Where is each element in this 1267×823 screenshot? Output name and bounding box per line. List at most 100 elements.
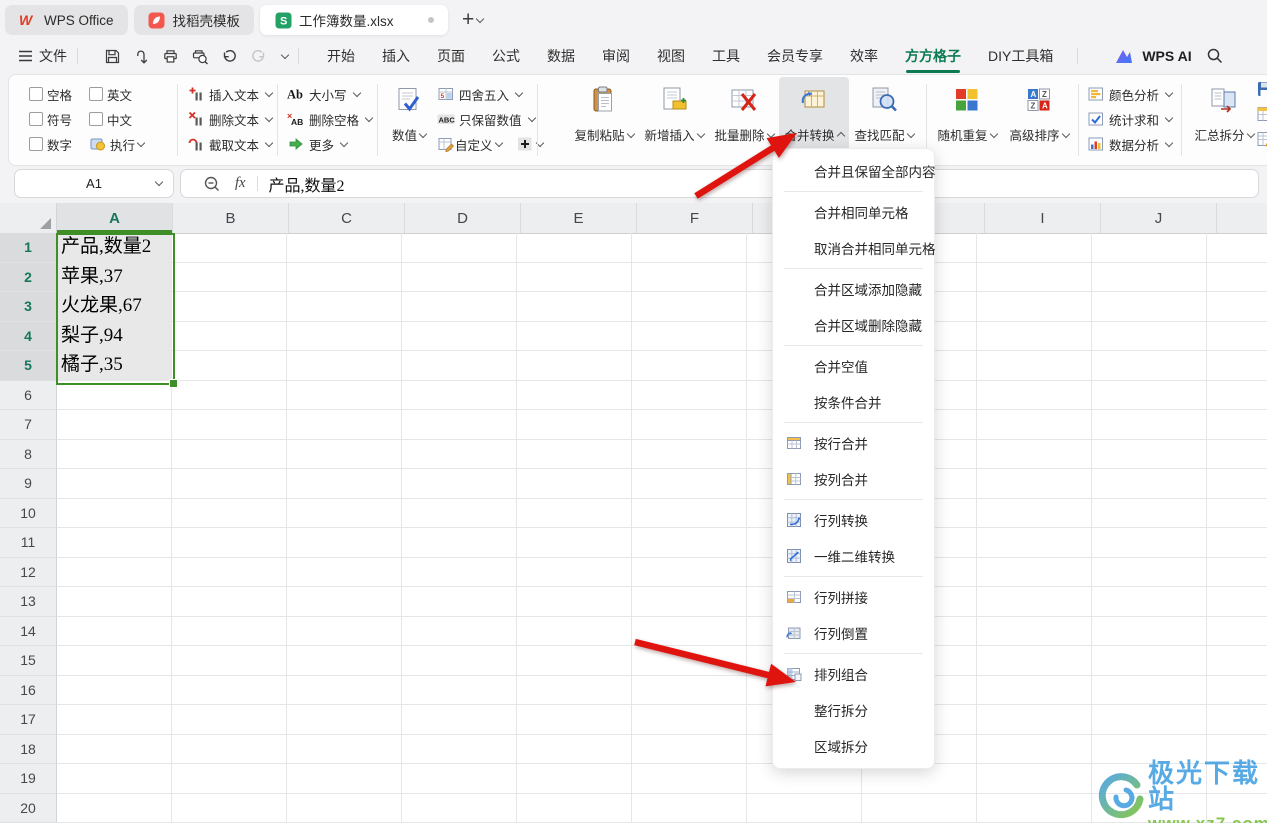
cell-I2[interactable] xyxy=(977,262,1092,292)
cell-C5[interactable] xyxy=(287,351,402,381)
row-header-14[interactable]: 14 xyxy=(0,616,57,646)
menu-tab[interactable]: 插入 xyxy=(382,46,410,66)
random-repeat-button[interactable]: 随机重复 xyxy=(932,77,1002,163)
cell-F13[interactable] xyxy=(632,587,747,617)
cell-K16[interactable] xyxy=(1207,676,1267,705)
cell-I13[interactable] xyxy=(977,587,1092,617)
cell-A20[interactable] xyxy=(57,793,172,823)
delete-space-button[interactable]: × AB 删除空格 xyxy=(287,108,374,130)
cell-D7[interactable] xyxy=(402,410,517,440)
column-header-K[interactable]: K xyxy=(1217,203,1267,234)
cell-I6[interactable] xyxy=(977,380,1092,410)
custom-button[interactable]: 自定义 xyxy=(437,135,503,154)
cell-G20[interactable] xyxy=(747,793,862,823)
copy-paste-button[interactable]: 复制粘贴 xyxy=(569,77,639,163)
cell-K10[interactable] xyxy=(1207,499,1267,528)
cell-D9[interactable] xyxy=(402,469,517,499)
cell-F8[interactable] xyxy=(632,439,747,469)
cell-C12[interactable] xyxy=(287,557,402,587)
dropdown-item[interactable]: 行列倒置 xyxy=(773,615,934,651)
redo-button[interactable] xyxy=(250,48,267,65)
cell-C6[interactable] xyxy=(287,380,402,410)
cell-A16[interactable] xyxy=(57,675,172,705)
cell-B14[interactable] xyxy=(172,616,287,646)
cell-C20[interactable] xyxy=(287,793,402,823)
cell-B11[interactable] xyxy=(172,528,287,558)
search-icon[interactable] xyxy=(1206,47,1224,65)
cell-D5[interactable] xyxy=(402,351,517,381)
cell-I17[interactable] xyxy=(977,705,1092,735)
cell-B8[interactable] xyxy=(172,439,287,469)
row-header-2[interactable]: 2 xyxy=(0,262,57,292)
dropdown-item[interactable]: 合并区域添加隐藏 xyxy=(773,271,934,307)
cell-F11[interactable] xyxy=(632,528,747,558)
row-header-11[interactable]: 11 xyxy=(0,528,57,558)
menu-tab[interactable]: 审阅 xyxy=(602,46,630,66)
cell-C3[interactable] xyxy=(287,292,402,322)
cell-E8[interactable] xyxy=(517,439,632,469)
cell-B12[interactable] xyxy=(172,557,287,587)
cell-K15[interactable] xyxy=(1207,646,1267,676)
cell-D15[interactable] xyxy=(402,646,517,676)
cell-A17[interactable] xyxy=(57,705,172,735)
cell-I12[interactable] xyxy=(977,557,1092,587)
cell-J17[interactable] xyxy=(1092,705,1207,735)
cell-F6[interactable] xyxy=(632,380,747,410)
cell-A3[interactable]: 火龙果,67 xyxy=(57,292,172,322)
cell-B5[interactable] xyxy=(172,351,287,381)
cell-C2[interactable] xyxy=(287,262,402,292)
menu-tab[interactable]: 方方格子 xyxy=(905,46,961,73)
cell-J15[interactable] xyxy=(1092,646,1207,676)
cell-I1[interactable] xyxy=(977,233,1092,263)
cell-C8[interactable] xyxy=(287,439,402,469)
row-header-13[interactable]: 13 xyxy=(0,587,57,617)
cell-E4[interactable] xyxy=(517,321,632,351)
cell-F12[interactable] xyxy=(632,557,747,587)
dropdown-item[interactable]: 合并相同单元格 xyxy=(773,194,934,230)
export-pdf-button[interactable] xyxy=(133,48,150,65)
qat-chevron-icon[interactable] xyxy=(280,50,290,60)
cell-I18[interactable] xyxy=(977,734,1092,764)
cell-K7[interactable] xyxy=(1207,410,1267,440)
keep-value-button[interactable]: ABC 只保留数值 xyxy=(437,108,543,130)
cell-D8[interactable] xyxy=(402,439,517,469)
cell-E11[interactable] xyxy=(517,528,632,558)
cell-D2[interactable] xyxy=(402,262,517,292)
menu-tab[interactable]: 页面 xyxy=(437,46,465,66)
cell-J16[interactable] xyxy=(1092,675,1207,705)
cell-C14[interactable] xyxy=(287,616,402,646)
execute-button[interactable]: 执行 xyxy=(89,135,146,154)
cell-I4[interactable] xyxy=(977,321,1092,351)
save-button[interactable] xyxy=(104,48,121,65)
cell-E19[interactable] xyxy=(517,764,632,794)
dropdown-item[interactable]: 合并区域删除隐藏 xyxy=(773,307,934,343)
row-header-3[interactable]: 3 xyxy=(0,292,57,322)
cell-C18[interactable] xyxy=(287,734,402,764)
row-header-9[interactable]: 9 xyxy=(0,469,57,499)
cell-K9[interactable] xyxy=(1207,469,1267,499)
dropdown-item[interactable]: 合并空值 xyxy=(773,348,934,384)
cell-B15[interactable] xyxy=(172,646,287,676)
insert-new-button[interactable]: 新增插入 xyxy=(639,77,709,163)
cell-J6[interactable] xyxy=(1092,380,1207,410)
cell-D4[interactable] xyxy=(402,321,517,351)
cell-H20[interactable] xyxy=(862,793,977,823)
cell-A14[interactable] xyxy=(57,616,172,646)
tab-workbook-document[interactable]: S 工作簿数量.xlsx xyxy=(260,5,449,35)
round-button[interactable]: 5 四舍五入 xyxy=(437,83,543,105)
checkbox-space[interactable]: 空格 xyxy=(29,85,85,104)
row-header-5[interactable]: 5 xyxy=(0,351,57,381)
cell-K12[interactable] xyxy=(1207,558,1267,587)
cell-F3[interactable] xyxy=(632,292,747,322)
cell-J10[interactable] xyxy=(1092,498,1207,528)
cell-A10[interactable] xyxy=(57,498,172,528)
cell-E10[interactable] xyxy=(517,498,632,528)
color-analysis-button[interactable]: 颜色分析 xyxy=(1087,83,1174,105)
cell-D14[interactable] xyxy=(402,616,517,646)
cell-K5[interactable] xyxy=(1207,351,1267,381)
row-header-17[interactable]: 17 xyxy=(0,705,57,735)
cell-F19[interactable] xyxy=(632,764,747,794)
stat-sum-button[interactable]: 统计求和 xyxy=(1087,108,1174,130)
checkbox-chinese[interactable]: 中文 xyxy=(89,110,145,129)
cell-E14[interactable] xyxy=(517,616,632,646)
